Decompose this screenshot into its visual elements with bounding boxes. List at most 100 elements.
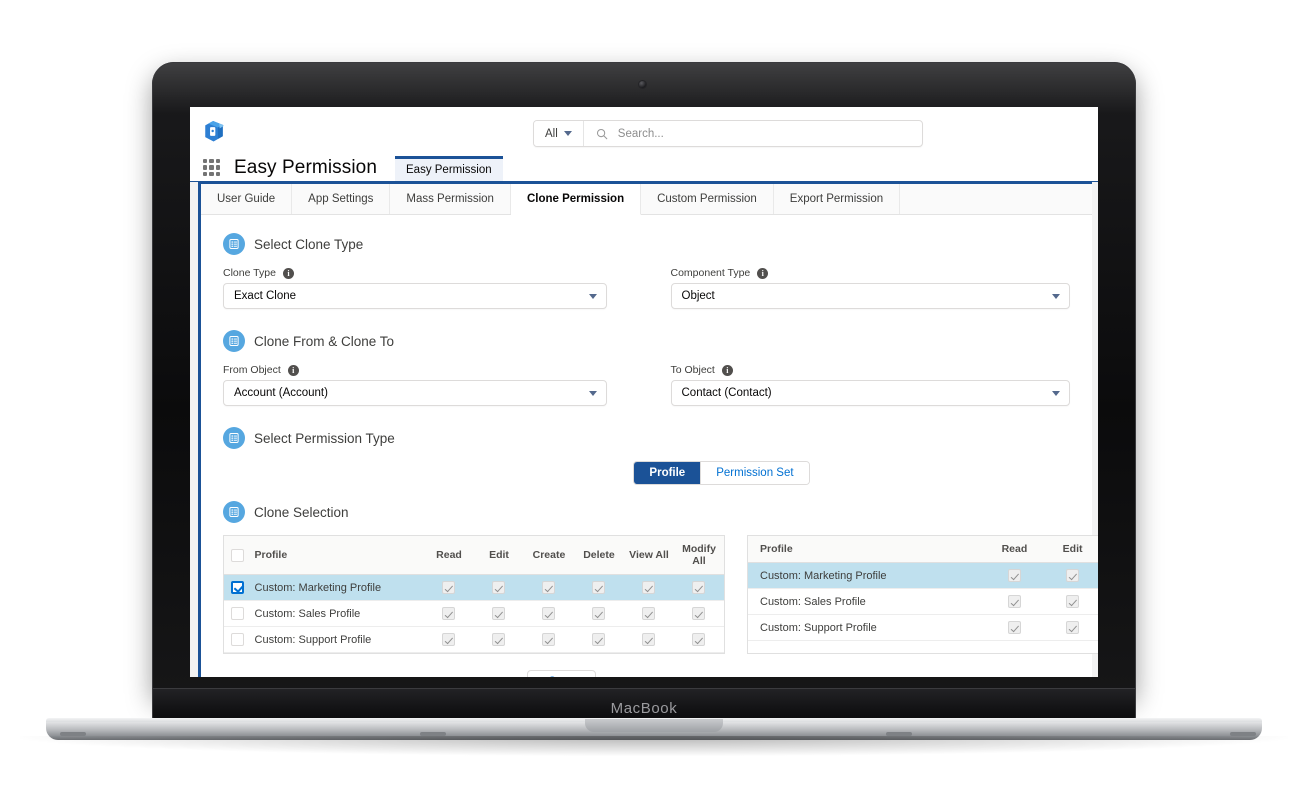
perm-edit-cell[interactable] bbox=[473, 626, 524, 653]
table-row[interactable]: Custom: Marketing Profile bbox=[224, 574, 724, 601]
permission-checkbox bbox=[1066, 595, 1080, 608]
tab-mass-permission[interactable]: Mass Permission bbox=[390, 184, 511, 214]
permission-checkbox bbox=[442, 581, 456, 594]
perm-edit-cell[interactable] bbox=[473, 600, 524, 627]
perm-view-all-cell[interactable] bbox=[623, 600, 674, 627]
component-type-value: Object bbox=[681, 290, 715, 302]
perm-read-cell[interactable] bbox=[423, 600, 474, 627]
info-icon[interactable]: i bbox=[287, 364, 299, 376]
search-input[interactable] bbox=[617, 127, 910, 140]
perm-edit-cell[interactable] bbox=[1043, 588, 1098, 615]
row-checkbox[interactable] bbox=[230, 581, 244, 594]
permission-type-toggle: Profile Permission Set bbox=[633, 461, 810, 485]
perm-view-all-cell[interactable] bbox=[623, 574, 674, 601]
target-profile-table: Profile Read Edit Create D C bbox=[747, 535, 1098, 654]
permission-checkbox bbox=[542, 633, 556, 646]
tab-custom-permission[interactable]: Custom Permission bbox=[641, 184, 774, 214]
perm-edit-cell[interactable] bbox=[473, 574, 524, 601]
field-label-row: To Object i bbox=[671, 364, 1071, 376]
component-type-label: Component Type bbox=[670, 267, 751, 279]
section-header-select-permission-type: Select Permission Type bbox=[223, 427, 1070, 449]
search-scope-dropdown[interactable]: All bbox=[534, 121, 584, 146]
permission-checkbox bbox=[592, 607, 606, 620]
perm-modify-all-cell[interactable] bbox=[673, 574, 724, 601]
field-clone-type: Clone Type i Exact Clone bbox=[223, 267, 647, 309]
perm-view-all-cell[interactable] bbox=[623, 626, 674, 653]
search-field[interactable] bbox=[584, 121, 922, 146]
permission-checkbox bbox=[442, 633, 456, 646]
row-select-cell[interactable] bbox=[224, 600, 251, 627]
table-row[interactable]: Custom: Marketing Profile bbox=[748, 562, 1098, 589]
row-checkbox[interactable] bbox=[230, 607, 244, 620]
from-object-select[interactable]: Account (Account) bbox=[223, 380, 607, 406]
section-title: Select Permission Type bbox=[254, 430, 395, 446]
permission-checkbox bbox=[642, 633, 656, 646]
tab-content: Select Clone Type Clone Type i Exact Clo… bbox=[201, 215, 1098, 677]
to-object-label: To Object bbox=[670, 364, 715, 376]
permission-type-toggle-row: Profile Permission Set bbox=[223, 461, 1070, 485]
perm-delete-cell[interactable] bbox=[573, 600, 624, 627]
app-nav-item-easy-permission[interactable]: Easy Permission bbox=[395, 156, 503, 182]
perm-modify-all-cell[interactable] bbox=[673, 626, 724, 653]
section-header-clone-from-to: Clone From & Clone To bbox=[223, 330, 1070, 352]
table-header-row: Profile Read Edit Create Delete View All… bbox=[224, 536, 724, 575]
perm-create-cell[interactable] bbox=[523, 574, 574, 601]
select-all-checkbox[interactable] bbox=[230, 548, 244, 562]
global-header: All Easy Permission Easy Permission bbox=[190, 107, 1098, 183]
tab-clone-permission[interactable]: Clone Permission bbox=[510, 184, 642, 215]
perm-edit-cell[interactable] bbox=[1043, 562, 1098, 589]
permission-checkbox bbox=[1007, 595, 1021, 608]
row-select-cell[interactable] bbox=[224, 574, 251, 601]
col-edit: Edit bbox=[1043, 536, 1098, 563]
component-type-select[interactable]: Object bbox=[670, 283, 1070, 309]
field-label-row: Component Type i bbox=[671, 267, 1071, 279]
select-all-header bbox=[224, 536, 251, 575]
field-component-type: Component Type i Object bbox=[647, 267, 1071, 309]
row-select-cell[interactable] bbox=[224, 626, 251, 653]
to-object-select[interactable]: Contact (Contact) bbox=[670, 380, 1070, 406]
global-search[interactable]: All bbox=[533, 120, 923, 147]
clone-type-select[interactable]: Exact Clone bbox=[223, 283, 607, 309]
table-row[interactable]: Custom: Sales Profile bbox=[748, 588, 1098, 615]
perm-modify-all-cell[interactable] bbox=[673, 600, 724, 627]
info-icon[interactable]: i bbox=[757, 267, 769, 279]
app-launcher-waffle-icon[interactable] bbox=[203, 159, 220, 176]
perm-create-cell[interactable] bbox=[523, 626, 574, 653]
tab-strip: User Guide App Settings Mass Permission … bbox=[201, 184, 1092, 215]
perm-read-cell[interactable] bbox=[985, 588, 1044, 615]
save-button[interactable]: Save bbox=[527, 670, 596, 677]
table-row[interactable]: Custom: Support Profile bbox=[748, 614, 1098, 641]
perm-create-cell[interactable] bbox=[523, 600, 574, 627]
perm-read-cell[interactable] bbox=[423, 626, 474, 653]
table-header-row: Profile Read Edit Create D bbox=[748, 536, 1098, 563]
tab-app-settings[interactable]: App Settings bbox=[292, 184, 391, 214]
permission-checkbox bbox=[692, 607, 706, 620]
permission-checkbox bbox=[492, 581, 506, 594]
info-icon[interactable]: i bbox=[721, 364, 733, 376]
section-title: Select Clone Type bbox=[254, 236, 364, 252]
laptop-base-notch bbox=[585, 719, 723, 732]
row-profile-name: Custom: Marketing Profile bbox=[748, 562, 986, 589]
permission-checkbox bbox=[1066, 621, 1080, 634]
perm-read-cell[interactable] bbox=[985, 562, 1044, 589]
permission-checkbox bbox=[642, 607, 656, 620]
table-row[interactable]: Custom: Support Profile bbox=[224, 626, 724, 653]
toggle-option-profile[interactable]: Profile bbox=[634, 462, 701, 484]
to-object-value: Contact (Contact) bbox=[681, 387, 772, 399]
permission-checkbox bbox=[442, 607, 456, 620]
perm-read-cell[interactable] bbox=[423, 574, 474, 601]
app-cube-logo-icon[interactable] bbox=[200, 117, 228, 145]
permission-checkbox bbox=[492, 633, 506, 646]
perm-delete-cell[interactable] bbox=[573, 574, 624, 601]
perm-delete-cell[interactable] bbox=[573, 626, 624, 653]
tab-card: User Guide App Settings Mass Permission … bbox=[198, 182, 1098, 677]
perm-read-cell[interactable] bbox=[985, 614, 1044, 641]
tab-export-permission[interactable]: Export Permission bbox=[773, 184, 901, 214]
row-checkbox[interactable] bbox=[230, 633, 244, 646]
toggle-option-permission-set[interactable]: Permission Set bbox=[700, 462, 809, 484]
info-icon[interactable]: i bbox=[282, 267, 294, 279]
table-row[interactable]: Custom: Sales Profile bbox=[224, 600, 724, 627]
screenshot-stage: MacBook All Search... Easy Permission Ea… bbox=[0, 0, 1308, 800]
tab-user-guide[interactable]: User Guide bbox=[201, 184, 293, 214]
perm-edit-cell[interactable] bbox=[1043, 614, 1098, 641]
